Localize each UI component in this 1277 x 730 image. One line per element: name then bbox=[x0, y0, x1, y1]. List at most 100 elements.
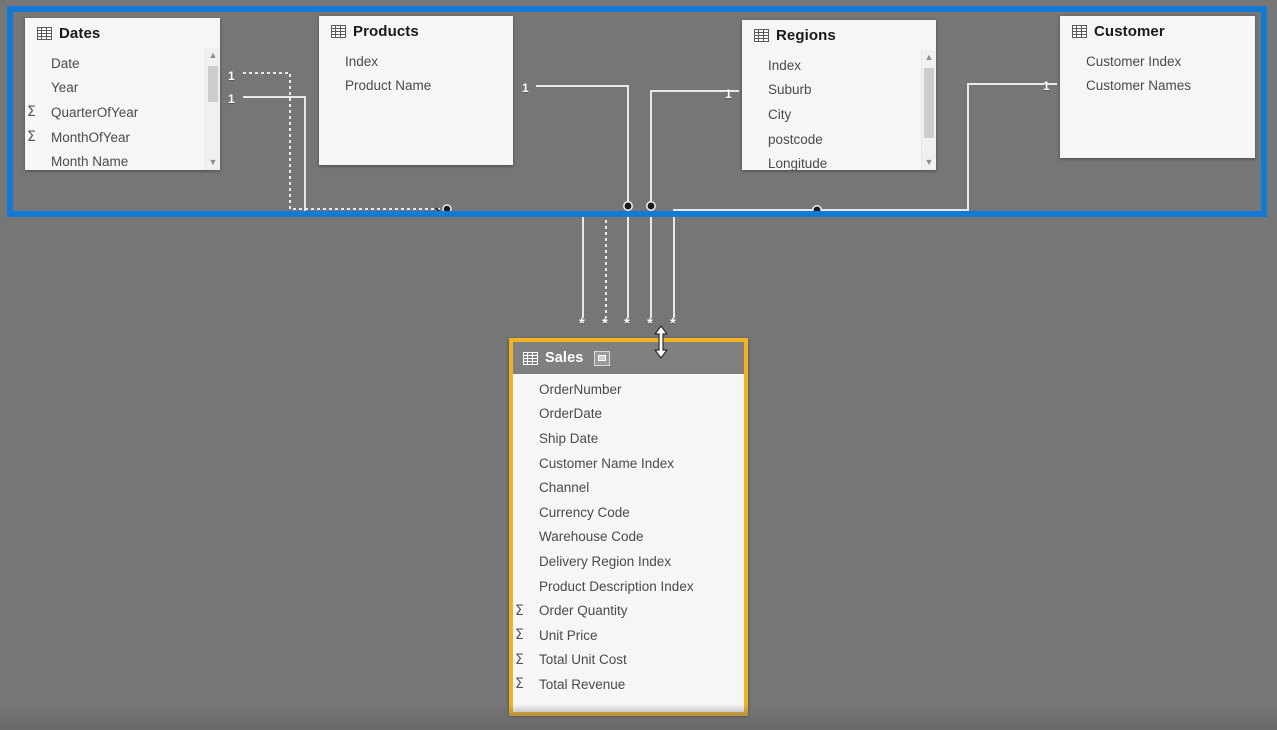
field-list-regions: Σ Index Σ Suburb Σ City Σ postcode Σ L bbox=[742, 50, 936, 170]
table-grid-icon bbox=[523, 351, 538, 365]
field-label: Product Description Index bbox=[539, 578, 694, 594]
scroll-down-chevron-icon[interactable]: ▼ bbox=[922, 155, 936, 170]
cardinality-one-dates-shipdate: 1 bbox=[228, 92, 235, 106]
field-item[interactable]: Σ Product Name bbox=[319, 74, 513, 99]
table-grid-icon bbox=[37, 27, 52, 40]
table-header-dates[interactable]: Dates bbox=[25, 18, 220, 48]
field-label: OrderDate bbox=[539, 406, 603, 422]
field-label: Customer Name Index bbox=[539, 455, 675, 471]
table-header-sales[interactable]: Sales bbox=[513, 342, 744, 374]
field-label: Delivery Region Index bbox=[539, 553, 672, 569]
field-item[interactable]: Σ OrderNumber bbox=[513, 377, 744, 402]
field-label: Year bbox=[51, 80, 79, 96]
field-label: OrderNumber bbox=[539, 381, 622, 397]
field-label: postcode bbox=[768, 131, 823, 147]
field-item[interactable]: Σ Customer Index bbox=[1060, 49, 1255, 74]
sigma-icon: Σ bbox=[515, 676, 524, 693]
table-field-area-customer: Σ Customer Index Σ Customer Names bbox=[1060, 46, 1255, 158]
field-item[interactable]: Σ Date bbox=[25, 51, 220, 76]
vertical-scrollbar-dates[interactable]: ▲ ▼ bbox=[205, 48, 220, 170]
field-item[interactable]: Σ Total Revenue bbox=[513, 672, 744, 697]
cardinality-many-products-sales: * bbox=[624, 315, 630, 332]
scroll-up-chevron-icon[interactable]: ▲ bbox=[922, 50, 936, 65]
table-title: Sales bbox=[545, 350, 584, 366]
table-field-area-regions: Σ Index Σ Suburb Σ City Σ postcode Σ L bbox=[742, 50, 936, 170]
table-card-dates[interactable]: Dates Σ Date Σ Year Σ QuarterOfYear Σ Mo bbox=[25, 18, 220, 170]
field-label: Index bbox=[345, 53, 379, 69]
table-header-regions[interactable]: Regions bbox=[742, 20, 936, 50]
scroll-down-chevron-icon[interactable]: ▼ bbox=[206, 155, 220, 170]
field-item[interactable]: Σ Product Description Index bbox=[513, 574, 744, 599]
field-item[interactable]: Σ Order Quantity bbox=[513, 598, 744, 623]
field-label: Unit Price bbox=[539, 627, 598, 643]
field-item[interactable]: Σ Year bbox=[25, 76, 220, 101]
field-item[interactable]: Σ Customer Names bbox=[1060, 74, 1255, 99]
field-label: Total Unit Cost bbox=[539, 652, 627, 668]
sigma-icon: Σ bbox=[27, 129, 36, 146]
scrollbar-thumb[interactable] bbox=[924, 68, 934, 138]
table-field-area-dates: Σ Date Σ Year Σ QuarterOfYear Σ MonthOfY… bbox=[25, 48, 220, 170]
field-item[interactable]: Σ OrderDate bbox=[513, 402, 744, 427]
field-label: Currency Code bbox=[539, 504, 630, 520]
cardinality-many-dates-orderdate: * bbox=[602, 315, 608, 332]
field-item[interactable]: Σ Month Name bbox=[25, 149, 220, 170]
field-item[interactable]: Σ Longitude bbox=[742, 151, 936, 170]
field-item[interactable]: Σ Unit Price bbox=[513, 623, 744, 648]
field-item[interactable]: Σ Customer Name Index bbox=[513, 451, 744, 476]
cardinality-many-customer-sales: * bbox=[670, 315, 676, 332]
table-title: Products bbox=[353, 23, 419, 40]
sigma-icon: Σ bbox=[515, 651, 524, 668]
field-label: Ship Date bbox=[539, 430, 599, 446]
table-card-regions[interactable]: Regions Σ Index Σ Suburb Σ City Σ postco bbox=[742, 20, 936, 170]
field-label: Customer Names bbox=[1086, 78, 1192, 94]
field-label: Index bbox=[768, 57, 802, 73]
field-item[interactable]: Σ City bbox=[742, 102, 936, 127]
field-item[interactable]: Σ postcode bbox=[742, 127, 936, 152]
field-label: Total Revenue bbox=[539, 676, 626, 692]
field-item[interactable]: Σ Index bbox=[742, 53, 936, 78]
table-title: Regions bbox=[776, 27, 836, 44]
field-item[interactable]: Σ Index bbox=[319, 49, 513, 74]
vertical-scrollbar-regions[interactable]: ▲ ▼ bbox=[921, 50, 936, 170]
field-label: QuarterOfYear bbox=[51, 104, 139, 120]
table-title: Customer bbox=[1094, 23, 1165, 40]
cardinality-one-regions-sales: 1 bbox=[725, 87, 732, 101]
field-label: Order Quantity bbox=[539, 603, 628, 619]
field-label: Longitude bbox=[768, 156, 828, 170]
field-item[interactable]: Σ Ship Date bbox=[513, 426, 744, 451]
field-list-dates: Σ Date Σ Year Σ QuarterOfYear Σ MonthOfY… bbox=[25, 48, 220, 170]
cardinality-many-dates-shipdate: * bbox=[579, 315, 585, 332]
table-title: Dates bbox=[59, 25, 101, 42]
field-item[interactable]: Σ MonthOfYear bbox=[25, 125, 220, 150]
field-label: Product Name bbox=[345, 78, 432, 94]
field-item[interactable]: Σ Channel bbox=[513, 475, 744, 500]
relationship-regions-sales[interactable] bbox=[646, 90, 739, 318]
relationship-products-sales[interactable] bbox=[536, 85, 633, 318]
field-label: MonthOfYear bbox=[51, 129, 131, 145]
field-label: Suburb bbox=[768, 82, 812, 98]
table-header-products[interactable]: Products bbox=[319, 16, 513, 46]
field-label: Month Name bbox=[51, 154, 129, 170]
field-item[interactable]: Σ Currency Code bbox=[513, 500, 744, 525]
field-item[interactable]: Σ Warehouse Code bbox=[513, 525, 744, 550]
table-header-customer[interactable]: Customer bbox=[1060, 16, 1255, 46]
model-view-canvas[interactable]: 1 1 1 1 1 * * * * * Dates Σ Date Σ Year bbox=[0, 0, 1277, 730]
table-grid-icon bbox=[754, 29, 769, 42]
scrollbar-thumb[interactable] bbox=[208, 66, 218, 102]
field-item[interactable]: Σ Suburb bbox=[742, 78, 936, 103]
sigma-icon: Σ bbox=[515, 602, 524, 619]
field-item[interactable]: Σ Delivery Region Index bbox=[513, 549, 744, 574]
cardinality-one-customer-sales: 1 bbox=[1043, 79, 1050, 93]
field-label: City bbox=[768, 106, 792, 122]
table-card-customer[interactable]: Customer Σ Customer Index Σ Customer Nam… bbox=[1060, 16, 1255, 158]
collapse-expand-button[interactable] bbox=[594, 350, 611, 366]
field-label: Customer Index bbox=[1086, 53, 1182, 69]
table-card-products[interactable]: Products Σ Index Σ Product Name bbox=[319, 16, 513, 165]
sigma-icon: Σ bbox=[27, 104, 36, 121]
scroll-up-chevron-icon[interactable]: ▲ bbox=[206, 48, 220, 63]
table-card-sales[interactable]: Sales Σ OrderNumber Σ OrderDate Σ Ship D… bbox=[509, 338, 748, 716]
field-item[interactable]: Σ QuarterOfYear bbox=[25, 100, 220, 125]
cardinality-one-products-sales: 1 bbox=[522, 81, 529, 95]
table-field-area-sales: Σ OrderNumber Σ OrderDate Σ Ship Date Σ … bbox=[513, 374, 744, 712]
field-item[interactable]: Σ Total Unit Cost bbox=[513, 648, 744, 673]
